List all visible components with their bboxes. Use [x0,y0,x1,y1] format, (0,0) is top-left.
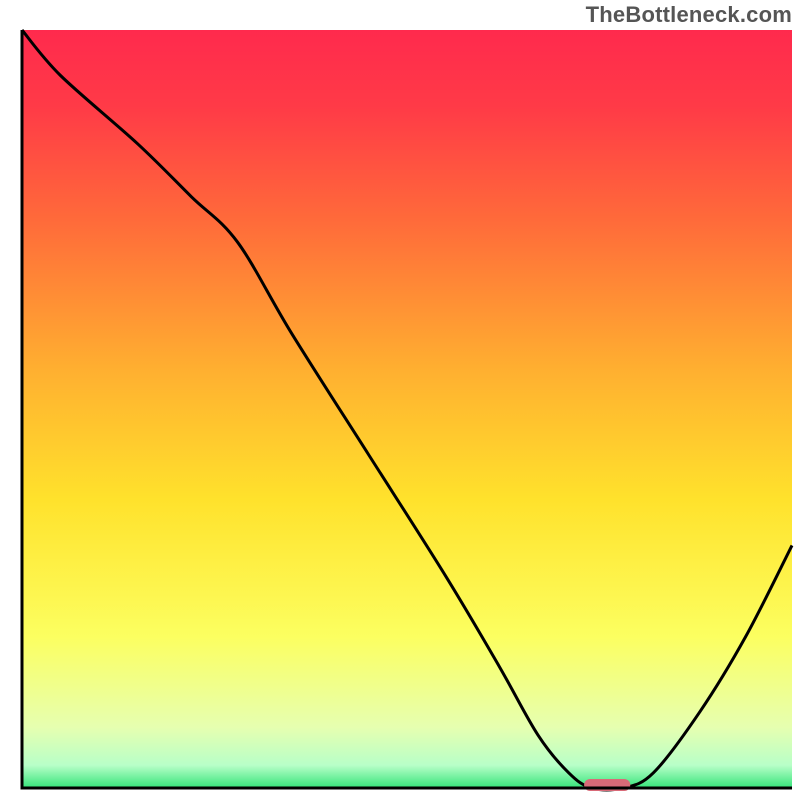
watermark-text: TheBottleneck.com [586,2,792,28]
bottleneck-chart [0,0,800,800]
